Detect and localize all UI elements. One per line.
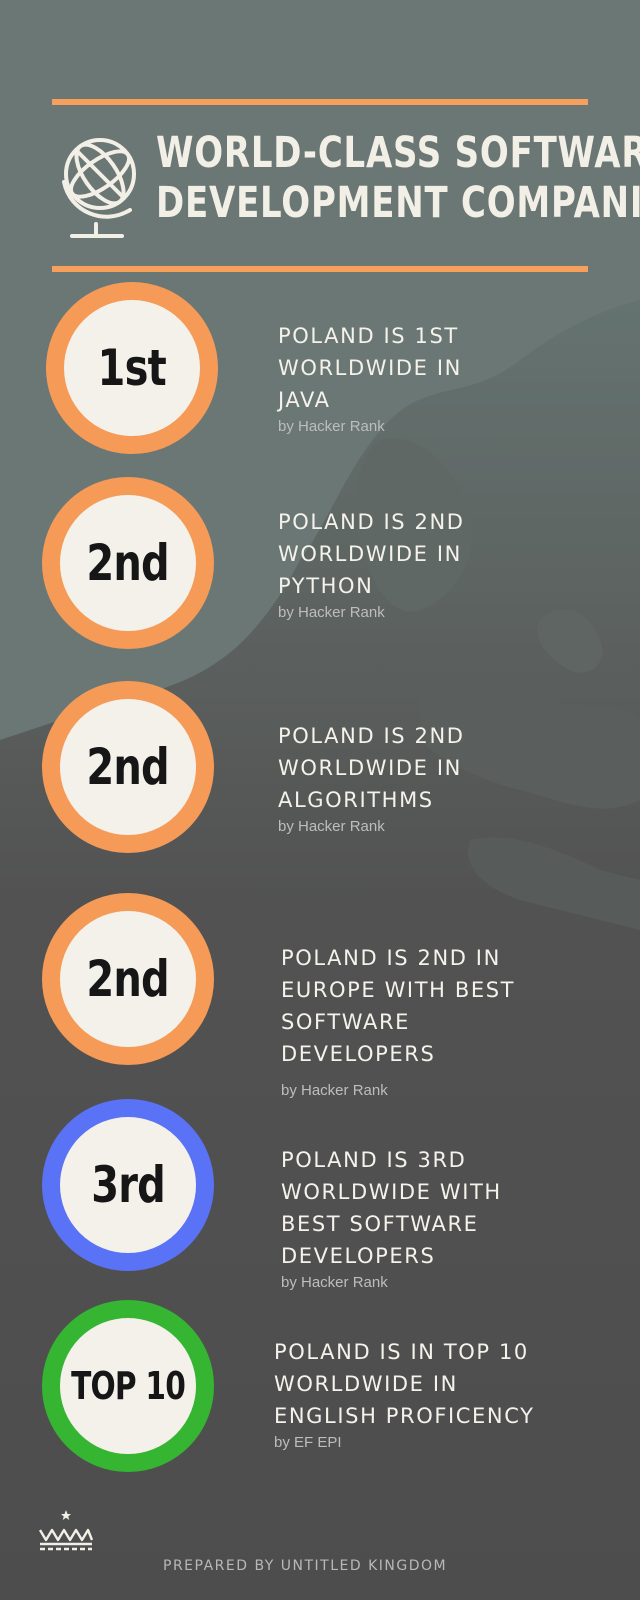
fact-headline: POLAND IS IN TOP 10 WORLDWIDE IN ENGLISH… (274, 1340, 535, 1428)
fact-source: by Hacker Rank (281, 1082, 388, 1099)
fact-headline: POLAND IS 3RD WORLDWIDE WITH BEST SOFTWA… (281, 1148, 502, 1268)
rank-label: TOP 10 (70, 1364, 186, 1408)
title-line-1: WORLD-CLASS SOFTWARE (156, 128, 640, 178)
crown-logo-icon (38, 1510, 94, 1551)
fact-item-2: POLAND IS 2ND WORLDWIDE IN PYTHON by Hac… (278, 506, 578, 622)
footer-credit: PREPARED BY UNTITLED KINGDOM (163, 1558, 448, 1574)
page-title: WORLD-CLASS SOFTWARE DEVELOPMENT COMPANI… (156, 128, 640, 228)
title-line-2: DEVELOPMENT COMPANIES (156, 178, 640, 228)
rank-label: 2nd (86, 534, 170, 592)
rank-label: 2nd (86, 738, 170, 796)
fact-source: by Hacker Rank (278, 418, 385, 435)
fact-item-1: POLAND IS 1ST WORLDWIDE IN JAVA by Hacke… (278, 320, 578, 436)
rank-badge-6: TOP 10 (42, 1300, 214, 1472)
rank-label: 1st (97, 339, 167, 397)
fact-source: by Hacker Rank (278, 818, 385, 835)
fact-item-4: POLAND IS 2ND IN EUROPE WITH BEST SOFTWA… (281, 942, 581, 1100)
fact-item-5: POLAND IS 3RD WORLDWIDE WITH BEST SOFTWA… (281, 1144, 581, 1292)
fact-source: by EF EPI (274, 1434, 342, 1451)
header-bottom-rule (52, 266, 588, 272)
rank-label: 3rd (91, 1156, 166, 1214)
rank-badge-2: 2nd (42, 477, 214, 649)
header-top-rule (52, 99, 588, 105)
fact-item-6: POLAND IS IN TOP 10 WORLDWIDE IN ENGLISH… (274, 1336, 604, 1452)
fact-source: by Hacker Rank (281, 1274, 388, 1291)
rank-badge-5: 3rd (42, 1099, 214, 1271)
fact-headline: POLAND IS 2ND IN EUROPE WITH BEST SOFTWA… (281, 946, 516, 1066)
fact-item-3: POLAND IS 2ND WORLDWIDE IN ALGORITHMS by… (278, 720, 578, 836)
fact-headline: POLAND IS 2ND WORLDWIDE IN ALGORITHMS (278, 724, 465, 812)
fact-headline: POLAND IS 2ND WORLDWIDE IN PYTHON (278, 510, 465, 598)
rank-label: 2nd (86, 950, 170, 1008)
fact-source: by Hacker Rank (278, 604, 385, 621)
fact-headline: POLAND IS 1ST WORLDWIDE IN JAVA (278, 324, 462, 412)
rank-badge-3: 2nd (42, 681, 214, 853)
rank-badge-4: 2nd (42, 893, 214, 1065)
rank-badge-1: 1st (46, 282, 218, 454)
globe-icon (62, 138, 136, 238)
infographic-page: WORLD-CLASS SOFTWARE DEVELOPMENT COMPANI… (0, 0, 640, 1600)
